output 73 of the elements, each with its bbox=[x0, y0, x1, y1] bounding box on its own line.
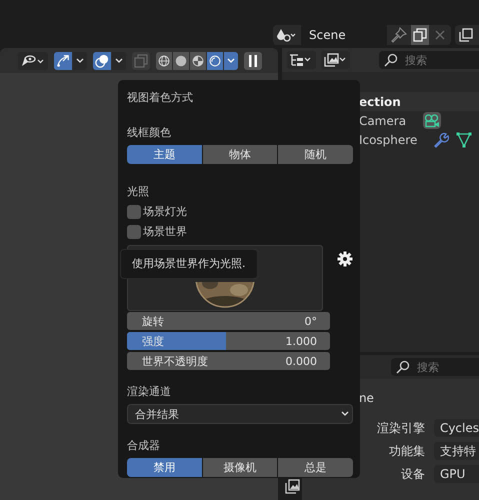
field-label: 功能集 bbox=[388, 442, 425, 460]
image-stack-icon bbox=[323, 53, 348, 67]
copy-button[interactable] bbox=[411, 25, 429, 45]
search-icon bbox=[384, 53, 398, 67]
eye-cursor-icon bbox=[20, 54, 46, 68]
image-button[interactable] bbox=[455, 25, 479, 45]
search-field[interactable]: 搜索 bbox=[378, 51, 479, 69]
wireframe-color-option[interactable]: 物体 bbox=[202, 145, 278, 164]
wireframe-color-option[interactable]: 随机 bbox=[278, 145, 354, 164]
scene-drops-icon bbox=[276, 28, 298, 42]
outliner-item[interactable]: Icosphere bbox=[358, 132, 419, 146]
image-stack-icon bbox=[459, 28, 473, 42]
triangle-mesh-icon[interactable] bbox=[456, 132, 472, 148]
close-icon[interactable] bbox=[433, 28, 447, 42]
display-mode-button[interactable] bbox=[286, 51, 316, 69]
section-label: 合成器 bbox=[127, 438, 161, 453]
pause-icon bbox=[247, 54, 259, 68]
copy-icon bbox=[413, 28, 427, 42]
material-sphere-icon bbox=[192, 52, 204, 68]
camera-icon bbox=[424, 114, 440, 128]
xray-icon bbox=[134, 54, 148, 68]
overlay-dropdown[interactable] bbox=[112, 52, 126, 70]
compositor-option[interactable]: 总是 bbox=[278, 458, 354, 477]
checkbox[interactable] bbox=[127, 204, 141, 218]
shading-mode-button[interactable] bbox=[173, 52, 189, 70]
search-field[interactable]: 搜索 bbox=[390, 358, 479, 376]
checkbox-label[interactable]: 场景世界 bbox=[143, 224, 187, 239]
wrench-icon[interactable] bbox=[432, 132, 449, 148]
shading-mode-button[interactable] bbox=[207, 52, 223, 70]
popover-title: 视图着色方式 bbox=[127, 90, 194, 105]
shading-dropdown[interactable] bbox=[224, 52, 238, 70]
checkbox[interactable] bbox=[127, 224, 141, 238]
section-label: 线框颜色 bbox=[127, 125, 172, 140]
field-label: 设备 bbox=[400, 466, 425, 482]
overlapping-circles-icon bbox=[95, 52, 109, 68]
search-icon bbox=[396, 360, 410, 374]
compositor-option[interactable]: 禁用 bbox=[127, 458, 202, 477]
gizmo-dropdown[interactable] bbox=[73, 52, 87, 70]
gizmo-icon bbox=[56, 52, 70, 68]
gizmo-toggle[interactable] bbox=[54, 52, 72, 70]
image-stack-icon[interactable] bbox=[284, 479, 300, 495]
view-select-button[interactable] bbox=[18, 52, 48, 70]
caret-icon bbox=[340, 410, 350, 418]
camera-data-button[interactable] bbox=[422, 112, 441, 129]
panel-title: ne bbox=[358, 391, 375, 405]
render-pass-dropdown[interactable]: 合并结果 bbox=[127, 404, 353, 424]
caret-icon bbox=[226, 56, 236, 64]
scene-name-field[interactable]: Scene bbox=[301, 25, 387, 45]
pin-icon[interactable] bbox=[391, 27, 407, 43]
dropdown-field[interactable]: Cycles bbox=[434, 419, 479, 437]
compositor-option[interactable]: 摄像机 bbox=[202, 458, 278, 477]
tooltip: 使用场景世界作为光照. bbox=[120, 249, 258, 279]
number-slider[interactable]: 强度 1.000 bbox=[127, 332, 330, 350]
dropdown-field[interactable]: 支持特 bbox=[434, 442, 479, 460]
caret-icon bbox=[75, 56, 85, 64]
section-label: 光照 bbox=[127, 184, 150, 199]
outliner-item[interactable]: Camera bbox=[358, 114, 419, 128]
list-tree-icon bbox=[289, 53, 314, 67]
filter-button[interactable] bbox=[320, 51, 350, 69]
checkbox-label[interactable]: 场景灯光 bbox=[143, 204, 187, 219]
shading-mode-button[interactable] bbox=[190, 52, 206, 70]
dropdown-field[interactable]: GPU bbox=[434, 465, 479, 483]
shading-mode-button[interactable] bbox=[156, 52, 172, 70]
pause-button[interactable] bbox=[244, 52, 262, 70]
overlay-toggle[interactable] bbox=[93, 52, 111, 70]
rendered-sphere-icon bbox=[209, 52, 221, 68]
settings-icon[interactable] bbox=[337, 251, 353, 267]
wireframe-sphere-icon bbox=[158, 52, 170, 68]
caret-icon bbox=[114, 56, 124, 64]
xray-toggle[interactable] bbox=[132, 52, 150, 70]
field-label: 渲染引擎 bbox=[376, 420, 425, 436]
wireframe-color-option[interactable]: 主题 bbox=[127, 145, 202, 164]
section-label: 渲染通道 bbox=[127, 384, 172, 399]
